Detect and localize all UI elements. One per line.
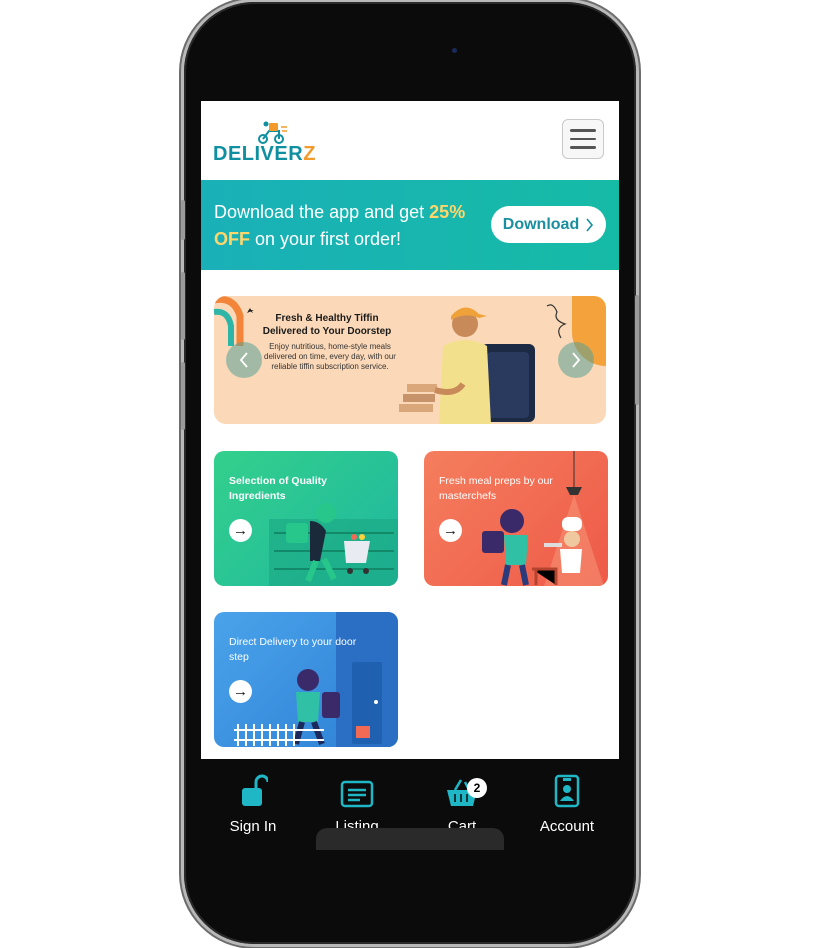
app-screen: DELIVERZ Download the app and get 25% OF… xyxy=(201,101,619,759)
app-promo-banner: Download the app and get 25% OFF on your… xyxy=(201,180,619,270)
chevron-left-icon xyxy=(239,352,248,368)
download-button[interactable]: Download xyxy=(491,206,606,243)
nav-label: Account xyxy=(539,818,595,835)
nav-item-sign-in[interactable]: Sign In xyxy=(208,768,298,835)
unlock-icon xyxy=(242,774,268,806)
hamburger-menu-icon xyxy=(570,129,596,132)
deliverz-logo[interactable]: DELIVERZ xyxy=(213,121,323,165)
nav-label: Sign In xyxy=(229,818,277,835)
front-camera xyxy=(452,48,457,53)
card-title: Selection of Quality Ingredients xyxy=(229,475,328,502)
listing-icon xyxy=(340,780,374,808)
phone-volume-up-button xyxy=(181,272,185,340)
hero-slider[interactable]: Fresh & Healthy Tiffin Delivered to Your… xyxy=(214,296,606,424)
account-badge-icon xyxy=(554,774,580,808)
chevron-right-icon xyxy=(572,352,581,368)
hero-title: Fresh & Healthy Tiffin Delivered to Your… xyxy=(262,313,392,337)
scooter-rider-icon xyxy=(258,121,287,144)
hamburger-line xyxy=(570,146,596,149)
hamburger-menu-button[interactable] xyxy=(562,119,604,159)
nav-item-listing[interactable]: Listing xyxy=(312,768,402,835)
nav-item-account[interactable]: Account xyxy=(522,768,612,835)
card-title: Fresh meal preps by our masterchefs xyxy=(439,475,553,502)
slider-next-button[interactable] xyxy=(558,342,594,378)
app-header: DELIVERZ xyxy=(201,101,619,180)
chevron-right-icon xyxy=(586,217,594,232)
browser-toolbar-overlay xyxy=(316,828,504,850)
phone-power-button xyxy=(635,295,639,405)
phone-volume-down-button xyxy=(181,362,185,430)
nav-item-cart[interactable]: 2 Cart xyxy=(417,768,507,835)
arrow-right-icon[interactable]: → xyxy=(229,519,252,542)
promo-text: Download the app and get 25% OFF on your… xyxy=(214,202,466,249)
card-title: Direct Delivery to your door step xyxy=(229,636,357,663)
feature-card-masterchefs[interactable]: Fresh meal preps by our masterchefs → xyxy=(424,451,608,586)
hamburger-line xyxy=(570,137,596,141)
arrow-right-icon[interactable]: → xyxy=(439,519,462,542)
phone-side-button xyxy=(181,200,185,240)
feature-card-direct-delivery[interactable]: Direct Delivery to your door step → xyxy=(214,612,398,747)
download-button-label: Download xyxy=(502,215,580,233)
slider-prev-button[interactable] xyxy=(226,342,262,378)
cart-count-badge: 2 xyxy=(467,778,487,798)
feature-card-ingredients[interactable]: Selection of Quality Ingredients → xyxy=(214,451,398,586)
arrow-right-icon[interactable]: → xyxy=(229,680,252,703)
logo-text: DELIVERZ xyxy=(213,143,316,165)
delivery-man-illustration xyxy=(399,304,567,424)
